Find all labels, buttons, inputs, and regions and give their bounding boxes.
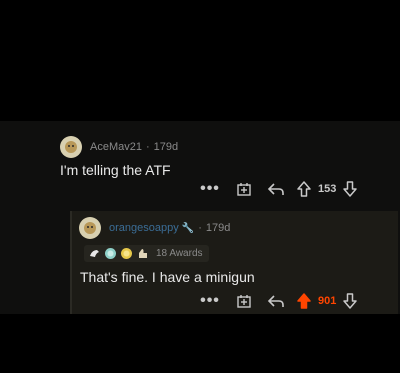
reply-actions: ••• 901	[199, 291, 361, 311]
downvote-icon	[343, 181, 358, 197]
wholesome-icon	[88, 247, 101, 260]
reply-icon	[267, 295, 284, 307]
award-icon	[237, 183, 251, 196]
avatar-face-icon	[65, 141, 77, 153]
reply-vote-count: 901	[318, 295, 337, 307]
comment-username[interactable]: AceMav21	[90, 141, 142, 153]
award-icon	[237, 295, 251, 308]
avatar-face-icon	[84, 222, 96, 234]
reply-downvote-button[interactable]	[339, 291, 361, 311]
user-avatar[interactable]	[60, 136, 82, 158]
meta-separator: ·	[145, 141, 150, 153]
gold-icon	[120, 247, 133, 260]
reply-upvote-button[interactable]	[293, 291, 315, 311]
avatar-eye-icon	[91, 226, 93, 228]
comment-body: I'm telling the ATF	[60, 162, 171, 178]
comment-header: AceMav21 · 179d	[60, 135, 178, 159]
reply-button[interactable]	[265, 179, 287, 199]
more-options-button[interactable]: •••	[199, 180, 221, 198]
award-button[interactable]	[233, 179, 255, 199]
reply-header: orangesoappy 🔧 · 179d	[79, 217, 230, 239]
reply-icon	[267, 183, 284, 195]
screenshot-frame: AceMav21 · 179d I'm telling the ATF •••	[0, 0, 400, 373]
helpful-icon	[136, 247, 149, 260]
reply-user-avatar[interactable]	[79, 217, 101, 239]
reply-award-button[interactable]	[233, 291, 255, 311]
meta-separator: ·	[198, 222, 202, 234]
downvote-button[interactable]	[339, 179, 361, 199]
wrench-icon: 🔧	[181, 222, 195, 234]
avatar-eye-icon	[87, 226, 89, 228]
comment-thread: AceMav21 · 179d I'm telling the ATF •••	[0, 121, 400, 314]
comment-actions: ••• 153	[199, 179, 361, 199]
avatar-eye-icon	[68, 145, 70, 147]
upvote-button[interactable]	[293, 179, 315, 199]
reply-more-options-button[interactable]: •••	[199, 292, 221, 310]
comment-age: 179d	[153, 141, 179, 153]
silver-icon	[104, 247, 117, 260]
upvote-filled-icon	[297, 293, 311, 309]
vote-count: 153	[318, 183, 337, 195]
downvote-icon	[343, 293, 358, 309]
upvote-icon	[297, 181, 311, 197]
reply-body: That's fine. I have a minigun	[80, 269, 255, 285]
reply-age: 179d	[205, 222, 231, 234]
awards-bar[interactable]: 18 Awards	[84, 245, 209, 262]
reply-reply-button[interactable]	[265, 291, 287, 311]
avatar-eye-icon	[72, 145, 74, 147]
awards-count: 18 Awards	[156, 248, 203, 259]
reply-username[interactable]: orangesoappy	[109, 222, 179, 234]
